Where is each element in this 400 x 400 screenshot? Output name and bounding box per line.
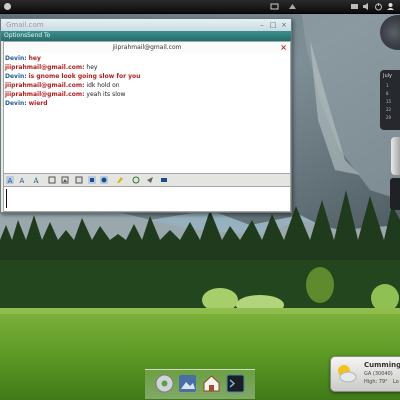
message-text: hey — [28, 55, 41, 62]
message-line: jiiprahmail@gmail.com: hey — [5, 63, 97, 72]
calendar-day: 22 — [386, 107, 392, 112]
message-line: Devin: hey — [5, 54, 41, 63]
window-title: Gmail.com — [6, 21, 44, 29]
font-face-icon[interactable]: A — [32, 176, 40, 184]
calendar-day: 15 — [386, 99, 392, 104]
svg-text:A: A — [20, 177, 25, 184]
terminal-icon[interactable] — [226, 374, 245, 393]
maximize-button[interactable]: □ — [268, 21, 278, 29]
tab-title: jiiprahmail@gmail.com — [112, 44, 182, 51]
message-input[interactable] — [3, 186, 291, 212]
conversation-history[interactable]: Devin: hey jiiprahmail@gmail.com: hey De… — [3, 53, 291, 173]
text-caret — [6, 189, 7, 208]
close-window-button[interactable]: × — [279, 21, 289, 29]
weather-high-temp: High: 79° — [364, 379, 388, 385]
home-folder-icon[interactable] — [202, 374, 221, 393]
system-monitor-widget[interactable] — [390, 178, 400, 210]
weather-low-temp: Lo — [393, 379, 399, 385]
chat-window: Gmail.com – □ × Options Send To jiiprahm… — [0, 18, 292, 213]
message-text: idk hold on — [86, 82, 120, 89]
calendar-month: July — [383, 73, 392, 79]
message-sender: jiiprahmail@gmail.com: — [5, 82, 85, 89]
volume-icon[interactable] — [362, 2, 371, 11]
message-text: hey — [86, 64, 98, 71]
message-text: yeah its slow — [86, 91, 126, 98]
weather-city: Cumming — [364, 361, 400, 369]
highlight-icon[interactable] — [116, 176, 124, 184]
mail-icon[interactable] — [350, 2, 359, 11]
apps-menu-icon[interactable] — [3, 2, 12, 11]
calendar-day: 29 — [386, 115, 392, 120]
message-sender: jiiprahmail@gmail.com: — [5, 64, 85, 71]
menu-send-to[interactable]: Send To — [27, 31, 50, 41]
format-toolbar: A A A — [3, 173, 291, 187]
attention-icon[interactable] — [88, 176, 96, 184]
weather-widget[interactable]: Cumming GA (30040) High: 79° Lo — [330, 356, 400, 392]
menu-options[interactable]: Options — [4, 31, 27, 41]
calendar-widget[interactable]: July 1 8 15 22 29 — [380, 70, 400, 130]
calendar-day: 1 — [386, 83, 389, 88]
message-text: wierd — [28, 100, 48, 107]
webcam-icon[interactable] — [160, 176, 168, 184]
partly-sunny-icon — [338, 365, 357, 383]
message-sender: Devin: — [5, 73, 27, 80]
message-text: is gnome look going slow for you — [28, 73, 141, 80]
send-nudge-icon[interactable] — [146, 176, 154, 184]
message-line: jiiprahmail@gmail.com: yeah its slow — [5, 90, 125, 99]
message-line: Devin: wierd — [5, 99, 48, 108]
insert-smiley-icon[interactable] — [100, 176, 108, 184]
svg-text:A: A — [8, 177, 13, 184]
dock — [145, 369, 255, 399]
message-sender: Devin: — [5, 55, 27, 62]
network-icon[interactable] — [288, 2, 297, 11]
svg-text:A: A — [33, 177, 40, 184]
minimize-button[interactable]: – — [257, 21, 267, 29]
photo-viewer-icon[interactable] — [178, 374, 197, 393]
disk-icon[interactable] — [155, 374, 174, 393]
font-size-icon[interactable]: A — [6, 176, 14, 184]
clock-widget[interactable] — [391, 137, 400, 175]
message-line: Devin: is gnome look going slow for you — [5, 72, 140, 81]
calendar-day: 8 — [386, 91, 389, 96]
emoticon-icon[interactable] — [132, 176, 140, 184]
insert-link-icon[interactable] — [48, 176, 56, 184]
window-list-icon[interactable] — [270, 2, 279, 11]
top-panel — [0, 0, 400, 14]
user-icon[interactable] — [386, 2, 395, 11]
close-tab-button[interactable]: × — [280, 42, 287, 53]
message-sender: Devin: — [5, 100, 27, 107]
message-line: jiiprahmail@gmail.com: idk hold on — [5, 81, 120, 90]
power-icon[interactable] — [374, 2, 383, 11]
weather-location-code: GA (30040) — [364, 371, 393, 377]
insert-file-icon[interactable] — [75, 176, 83, 184]
insert-image-icon[interactable] — [61, 176, 69, 184]
message-sender: jiiprahmail@gmail.com: — [5, 91, 85, 98]
menubar: Options Send To — [1, 31, 291, 41]
font-color-icon[interactable]: A — [18, 176, 26, 184]
